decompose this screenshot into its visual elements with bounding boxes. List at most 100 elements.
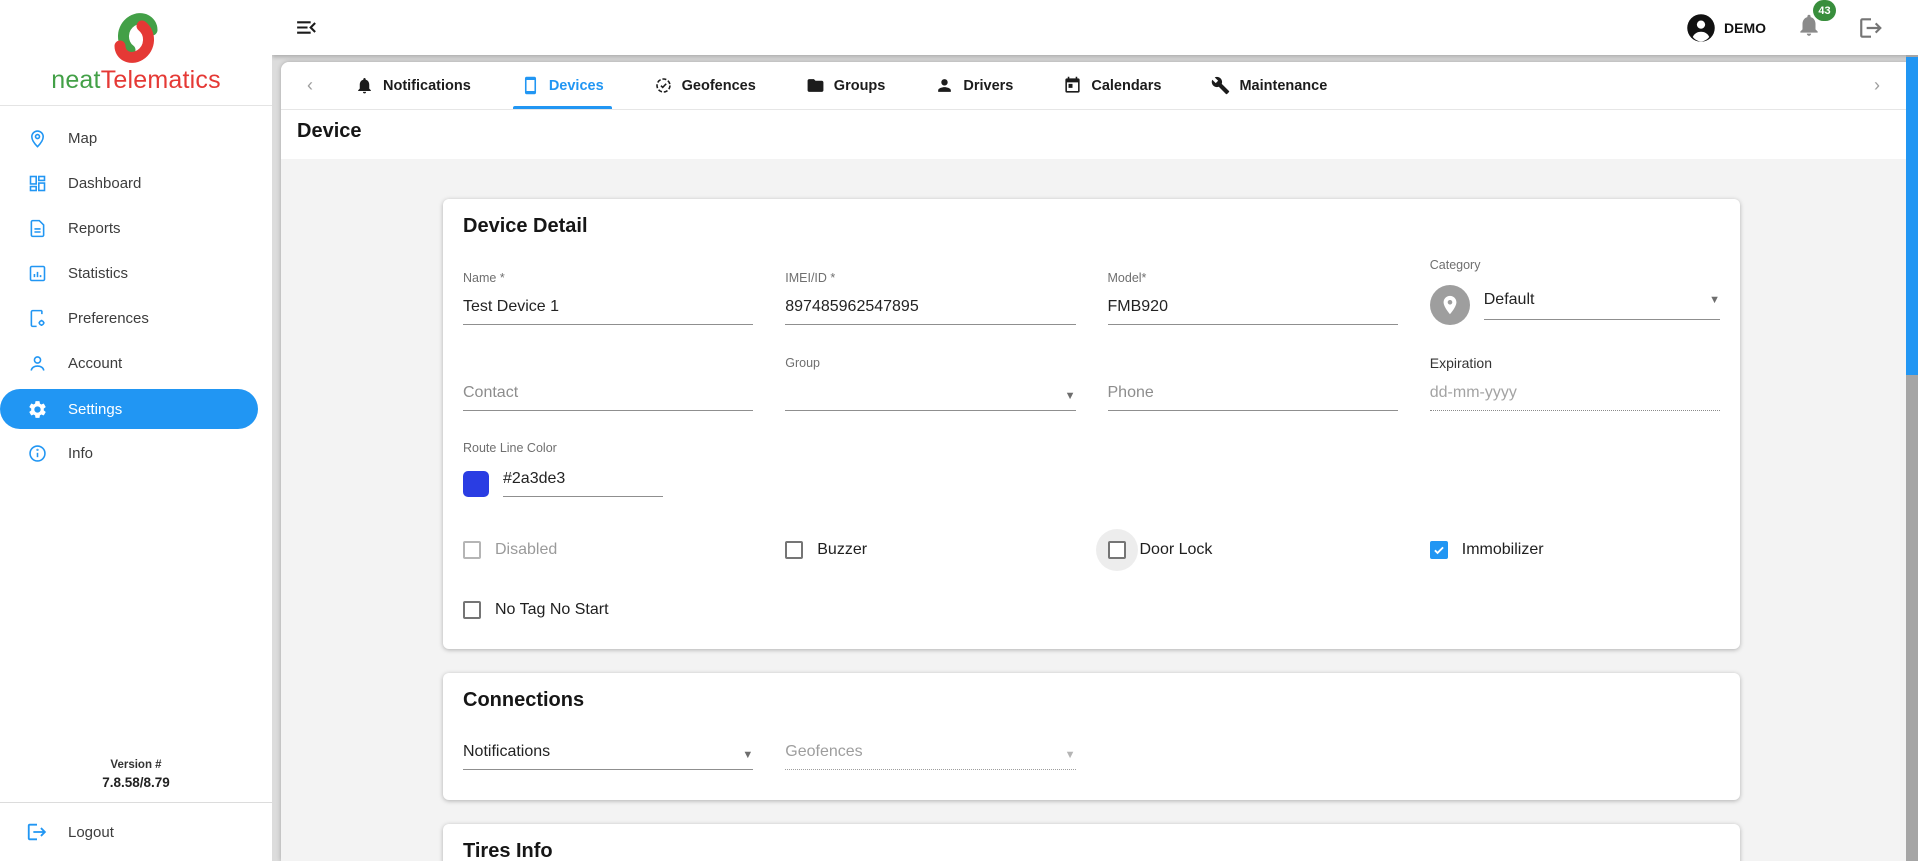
app-root: neatTelematics Map Dashboard Reports Sta… — [0, 0, 1918, 861]
person-icon — [938, 79, 952, 92]
sidebar-item-label: Reports — [68, 220, 121, 237]
name-input[interactable] — [463, 298, 754, 325]
checkbox-disabled[interactable]: Disabled — [463, 541, 557, 559]
tab-notifications[interactable]: Notifications — [353, 62, 473, 109]
folder-icon — [807, 79, 824, 92]
sidebar-item-label: Account — [68, 355, 123, 372]
checkbox-buzzer[interactable]: Buzzer — [785, 541, 867, 559]
checkbox-label: Immobilizer — [1461, 541, 1544, 558]
sidebar-item-info[interactable]: Info — [0, 431, 272, 476]
route-color-input[interactable] — [503, 470, 663, 497]
page-head: Device — [281, 110, 1918, 159]
sidebar-collapse-icon[interactable] — [294, 15, 319, 40]
tabs-scroll-left-icon[interactable]: ‹ — [297, 75, 323, 96]
tabs-scroll-right-icon[interactable]: › — [1864, 75, 1890, 96]
expiration-field: Expiration — [1429, 351, 1720, 411]
version-value: 7.8.58/8.79 — [102, 775, 170, 790]
geofences-select[interactable]: Geofences ▼ — [785, 742, 1076, 770]
main-scrollbar-thumb[interactable] — [1906, 57, 1918, 375]
checkbox-no-tag-no-start[interactable]: No Tag No Start — [463, 601, 609, 619]
contact-input[interactable] — [463, 384, 754, 411]
tab-label: Devices — [548, 77, 604, 94]
user-menu[interactable]: DEMO — [1686, 13, 1766, 43]
logout-icon — [26, 821, 48, 843]
connections-title: Connections — [463, 689, 585, 711]
sidebar-bottom: Version # 7.8.58/8.79 Logout — [0, 759, 272, 861]
content-panel: ‹ Notifications Devices Geofences Groups… — [281, 62, 1918, 861]
logout-label: Logout — [68, 823, 114, 841]
chevron-down-icon: ▼ — [742, 749, 754, 761]
version-info: Version # 7.8.58/8.79 — [0, 759, 272, 802]
imei-input[interactable] — [785, 298, 1076, 325]
model-input[interactable] — [1107, 298, 1398, 325]
bell-icon — [358, 77, 371, 94]
topbar-logout-icon[interactable] — [1858, 15, 1884, 41]
calendar-icon — [1065, 76, 1080, 93]
checkbox-box — [1107, 541, 1126, 559]
brand-name-green: neat — [51, 66, 101, 94]
checkbox-door-lock[interactable]: Door Lock — [1095, 529, 1213, 571]
sidebar-item-reports[interactable]: Reports — [0, 206, 272, 251]
sidebar-logout[interactable]: Logout — [0, 803, 272, 861]
checkbox-immobilizer[interactable]: Immobilizer — [1429, 541, 1544, 559]
chevron-down-icon: ▼ — [1064, 390, 1076, 402]
topbar-right: DEMO 43 — [1686, 0, 1884, 43]
chevron-down-icon: ▼ — [1064, 749, 1076, 761]
category-label: Category — [1429, 258, 1481, 272]
route-color-swatch[interactable] — [463, 470, 489, 497]
sidebar-nav: Map Dashboard Reports Statistics Prefere… — [0, 106, 272, 476]
topbar: DEMO 43 — [272, 0, 1918, 55]
notifications-button[interactable]: 43 — [1796, 0, 1836, 43]
tab-maintenance[interactable]: Maintenance — [1209, 62, 1329, 109]
tab-geofences[interactable]: Geofences — [652, 62, 758, 109]
checkbox-label: No Tag No Start — [495, 601, 609, 618]
brand-logo: neatTelematics — [0, 0, 272, 106]
tab-devices[interactable]: Devices — [512, 62, 612, 109]
tab-label: Drivers — [963, 77, 1014, 94]
sidebar-item-map[interactable]: Map — [0, 116, 272, 161]
model-field: Model* — [1107, 258, 1398, 325]
tab-calendars[interactable]: Calendars — [1061, 62, 1163, 109]
sidebar-item-dashboard[interactable]: Dashboard — [0, 161, 272, 206]
connections-row: Notifications ▼ Geofences ▼ — [463, 742, 1720, 770]
checkbox-label: Door Lock — [1139, 541, 1213, 558]
tab-label: Notifications — [383, 77, 471, 94]
brand-logo-icon — [114, 13, 158, 63]
phone-input[interactable] — [1107, 384, 1398, 411]
name-label: Name * — [463, 271, 505, 285]
settings-gear-icon — [26, 398, 48, 420]
geofence-icon — [655, 78, 671, 93]
sidebar-item-label: Info — [68, 445, 94, 462]
group-label: Group — [785, 356, 820, 370]
main-scrollbar[interactable] — [1906, 55, 1918, 861]
group-select[interactable]: ▼ — [785, 383, 1076, 411]
main-area: DEMO 43 ‹ Notifications Devices Geofence… — [272, 0, 1918, 861]
page-title: Device — [297, 120, 362, 142]
tab-drivers[interactable]: Drivers — [933, 62, 1015, 109]
smartphone-icon — [524, 76, 536, 95]
checkbox-label: Disabled — [495, 541, 558, 558]
checkbox-box — [463, 601, 481, 619]
preferences-icon — [26, 308, 48, 330]
tab-groups[interactable]: Groups — [804, 62, 888, 109]
brand-name: neatTelematics — [0, 66, 272, 95]
sidebar: neatTelematics Map Dashboard Reports Sta… — [0, 0, 272, 861]
checkbox-label: Buzzer — [817, 541, 868, 558]
expiration-input[interactable] — [1429, 384, 1720, 411]
wrench-icon — [1212, 76, 1230, 95]
category-select[interactable]: Default ▼ — [1483, 291, 1720, 320]
phone-field — [1107, 351, 1398, 411]
checkbox-box — [1429, 541, 1448, 559]
notification-count-badge: 43 — [1813, 0, 1836, 21]
sidebar-item-label: Dashboard — [68, 175, 142, 192]
content-wrap: ‹ Notifications Devices Geofences Groups… — [272, 55, 1918, 861]
user-name: DEMO — [1724, 19, 1766, 36]
imei-field: IMEI/ID * — [785, 258, 1076, 325]
sidebar-item-statistics[interactable]: Statistics — [0, 251, 272, 296]
route-color-label: Route Line Color — [463, 441, 557, 455]
notifications-select[interactable]: Notifications ▼ — [463, 742, 754, 770]
sidebar-item-account[interactable]: Account — [0, 341, 272, 386]
sidebar-item-settings[interactable]: Settings — [0, 389, 258, 429]
version-label: Version # — [110, 759, 162, 771]
sidebar-item-preferences[interactable]: Preferences — [0, 296, 272, 341]
